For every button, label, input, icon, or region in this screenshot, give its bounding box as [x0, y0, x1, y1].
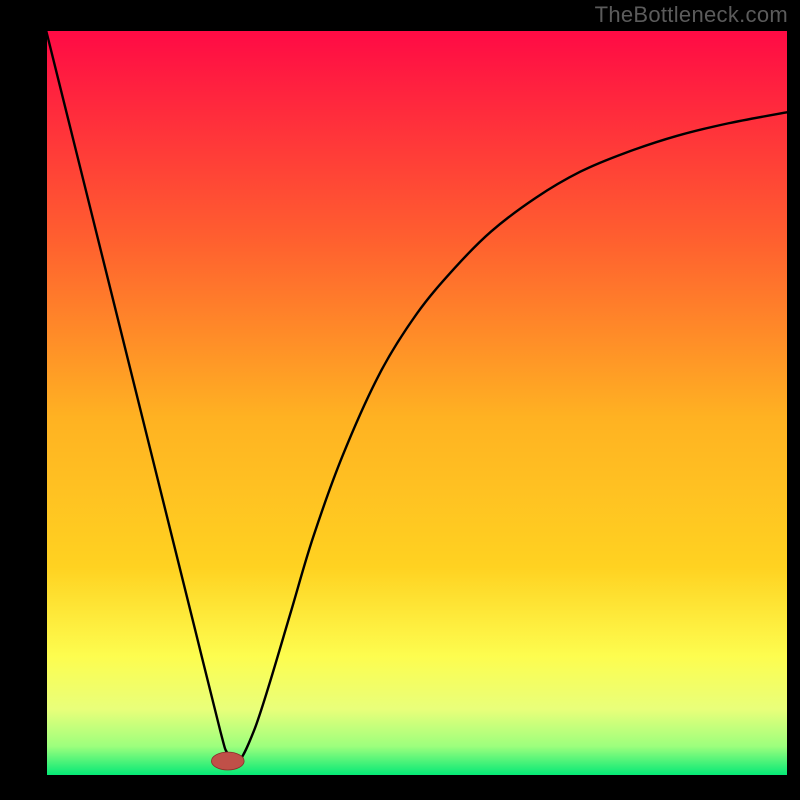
minimum-marker: [211, 752, 244, 770]
bottleneck-chart: [0, 0, 800, 800]
chart-frame: TheBottleneck.com: [0, 0, 800, 800]
watermark-text: TheBottleneck.com: [595, 2, 788, 28]
plot-background: [46, 30, 788, 776]
